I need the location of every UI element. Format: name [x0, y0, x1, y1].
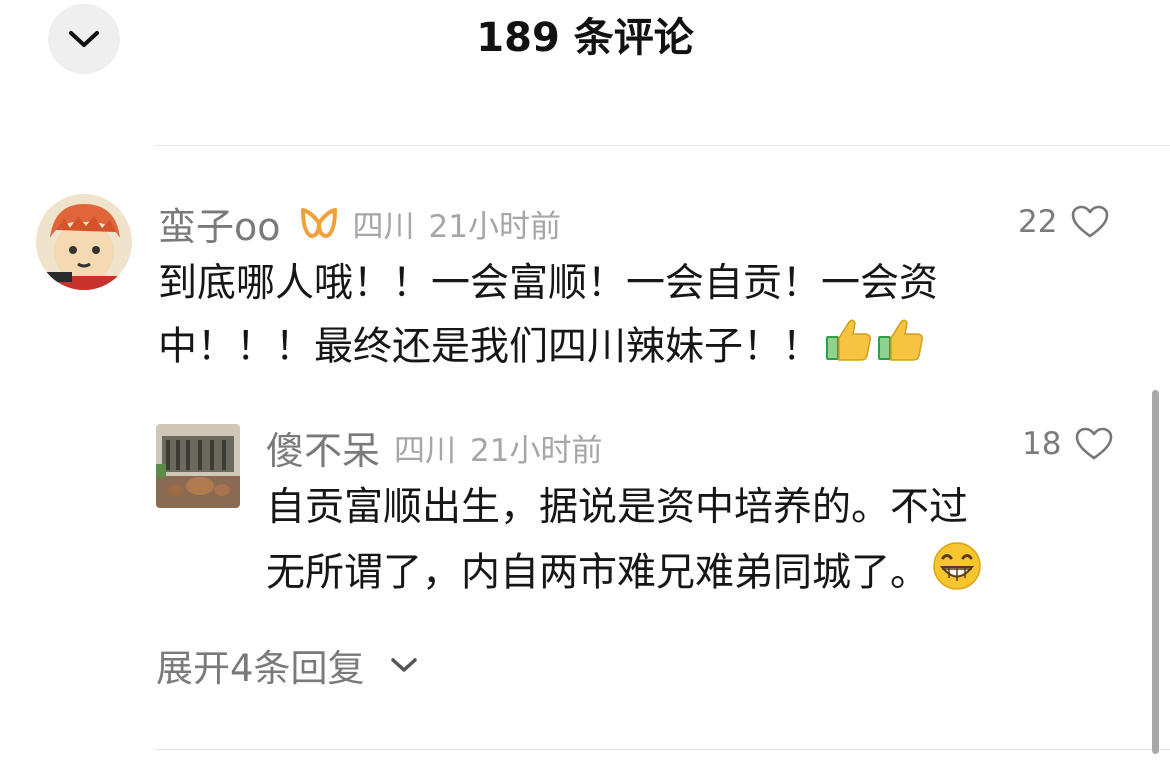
- avatar[interactable]: [36, 194, 132, 290]
- comments-count-title: 189 条评论: [476, 15, 694, 61]
- avatar-image: [36, 194, 132, 290]
- thumbs-up-icon: [823, 316, 873, 382]
- comment-meta: 蛮子oo 四川 21小时前: [158, 196, 561, 250]
- reply-meta: 傻不呆 四川 21小时前: [266, 420, 602, 474]
- comment-text-line-2: 中！！！最终还是我们四川辣妹子！！: [158, 316, 925, 382]
- divider: [155, 749, 1170, 750]
- comment-text-line-1: 到底哪人哦！！一会富顺！一会自贡！一会资: [158, 261, 939, 306]
- reply-text-line-2: 无所谓了，内自两市难兄难弟同城了。: [266, 540, 983, 610]
- chevron-down-icon: [389, 655, 419, 675]
- expand-replies-button[interactable]: 展开4条回复: [156, 638, 419, 692]
- reply-username[interactable]: 傻不呆: [266, 420, 380, 475]
- divider: [155, 145, 1170, 146]
- like-button[interactable]: 22: [1018, 198, 1109, 246]
- heart-icon: [1075, 427, 1113, 461]
- timestamp: 21小时前: [428, 208, 561, 245]
- reply-text-span: 无所谓了，内自两市难兄难弟同城了。: [266, 550, 930, 596]
- scrollbar[interactable]: [1152, 390, 1159, 754]
- reply-text-line-1: 自贡富顺出生，据说是资中培养的。不过: [266, 485, 969, 530]
- reply-avatar-image: [156, 424, 240, 508]
- expand-replies-label: 展开4条回复: [156, 647, 365, 690]
- thumbs-up-icon: [875, 316, 925, 382]
- reply-like-count: 18: [1022, 426, 1062, 462]
- grinning-face-icon: [931, 540, 983, 610]
- reply-avatar[interactable]: [156, 424, 240, 508]
- location: 四川: [352, 208, 415, 245]
- like-count: 22: [1018, 204, 1058, 240]
- orange-ribbon-badge-icon: [299, 206, 339, 240]
- comment-text-span: 中！！！最终还是我们四川辣妹子！！: [158, 324, 822, 370]
- heart-icon: [1071, 205, 1109, 239]
- reply-location: 四川: [394, 432, 457, 469]
- username[interactable]: 蛮子oo: [158, 196, 281, 251]
- reply-like-button[interactable]: 18: [1022, 420, 1113, 468]
- reply-timestamp: 21小时前: [470, 432, 603, 469]
